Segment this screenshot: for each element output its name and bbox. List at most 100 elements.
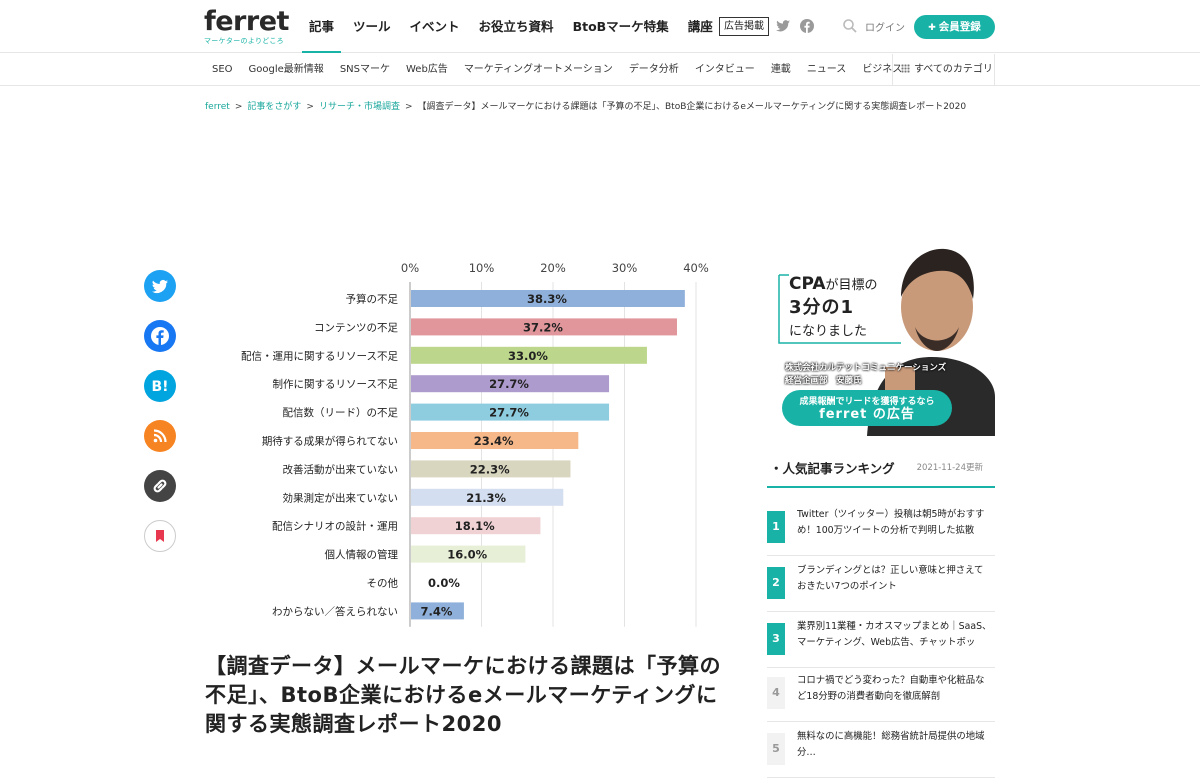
signup-button[interactable]: ✚ 会員登録 <box>914 15 995 39</box>
data-label: 38.3% <box>527 292 567 306</box>
twitter-icon <box>152 279 168 294</box>
svg-text:B!: B! <box>151 379 168 395</box>
rank-number: 4 <box>767 677 785 709</box>
ad-placement-link[interactable]: 広告掲載 <box>719 17 769 36</box>
nav-tools[interactable]: ツール <box>344 0 400 53</box>
ad-cta-line2: ferret の広告 <box>819 407 915 422</box>
subnav-item-series[interactable]: 連載 <box>763 54 799 86</box>
category-label: コンテンツの不足 <box>314 322 398 334</box>
data-label: 16.0% <box>447 548 487 562</box>
ranking-item[interactable]: 1 Twitter（ツイッター）投稿は朝5時がおすすめ！100万ツイートの分析で… <box>767 500 995 556</box>
share-rss-button[interactable] <box>144 420 176 452</box>
signup-label: 会員登録 <box>938 21 981 33</box>
nav-btob[interactable]: BtoBマーケ特集 <box>564 0 678 53</box>
hatena-bookmark-icon: B! <box>151 379 168 395</box>
ranking-item[interactable]: 4 コロナ禍でどう変わった？自動車や化粧品など18分野の消費者動向を徹底解剖 <box>767 666 995 722</box>
share-twitter-button[interactable] <box>144 270 176 302</box>
category-label: 配信数（リード）の不足 <box>283 406 399 419</box>
share-facebook-button[interactable] <box>144 320 176 352</box>
subnav-item-ma[interactable]: マーケティングオートメーション <box>456 54 621 86</box>
rank-title: ブランディングとは？正しい意味と押さえておきたい7つのポイント <box>797 565 984 592</box>
subnav-item-sns[interactable]: SNSマーケ <box>332 54 398 86</box>
subnav-item-google[interactable]: Google最新情報 <box>241 54 332 86</box>
twitter-icon[interactable] <box>775 18 791 34</box>
rank-number: 5 <box>767 733 785 765</box>
ranking-updated: 2021-11-24更新 <box>916 463 983 473</box>
ranking-item[interactable]: 2 ブランディングとは？正しい意味と押さえておきたい7つのポイント <box>767 556 995 612</box>
ranking-title: ・人気記事ランキング <box>770 461 895 476</box>
ferret-logo[interactable]: ferret マーケターのよりどころ <box>204 6 289 46</box>
x-tick-label: 10% <box>469 261 495 275</box>
data-label: 0.0% <box>428 576 460 590</box>
nav-articles[interactable]: 記事 <box>300 0 343 53</box>
ad-banner[interactable]: CPAが目標の 3分の1 になりました 株式会社カルテットコミュニケーションズ … <box>767 247 995 436</box>
x-tick-label: 30% <box>612 261 638 275</box>
subnav-item-webad[interactable]: Web広告 <box>398 54 456 86</box>
ad-person: 経営企画部 安藤氏 <box>785 376 862 386</box>
category-label: その他 <box>367 577 399 590</box>
bar-chart: 0% 10% 20% 30% 40% 予算の不足 38.3% コンテンツの不足 37.2% 配信・… <box>241 261 709 627</box>
bookmark-icon <box>156 530 164 542</box>
category-label: わからない／答えられない <box>272 605 398 618</box>
subnav-item-seo[interactable]: SEO <box>204 54 241 86</box>
ad-cta-line1: 成果報酬でリードを獲得するなら <box>799 397 935 407</box>
ranking-item[interactable]: 3 業界別11業種・カオスマップまとめ｜SaaS、マーケティング、Web広告、チ… <box>767 612 995 668</box>
data-label: 23.4% <box>474 434 514 448</box>
ad-headline-third: 3分の1 <box>789 297 855 318</box>
rank-number: 3 <box>767 623 785 655</box>
ad-company: 株式会社カルテットコミュニケーションズ <box>785 363 947 373</box>
category-label: 配信シナリオの設計・運用 <box>272 520 398 533</box>
login-link[interactable]: ログイン <box>865 19 905 34</box>
x-tick-label: 40% <box>683 261 709 275</box>
category-label: 改善活動が出来ていない <box>283 463 399 476</box>
data-label: 22.3% <box>470 462 510 476</box>
main-nav: 記事 ツール イベント お役立ち資料 BtoBマーケ特集 講座 <box>300 0 723 53</box>
data-label: 37.2% <box>523 320 563 334</box>
ranking-item[interactable]: 5 無料なのに高機能！総務省統計局提供の地域分… <box>767 722 995 778</box>
ad-headline: CPAが目標の 3分の1 になりました <box>789 273 878 343</box>
subnav-item-interview[interactable]: インタビュー <box>687 54 763 86</box>
nav-events[interactable]: イベント <box>401 0 469 53</box>
logo-tagline: マーケターのよりどころ <box>204 37 284 45</box>
subnav-item-data[interactable]: データ分析 <box>621 54 687 86</box>
ranking-header: ・人気記事ランキング 2021-11-24更新 <box>767 457 995 488</box>
rank-number: 1 <box>767 511 785 543</box>
share-hatena-button[interactable]: B! <box>144 370 176 402</box>
ad-headline-cpa: CPA <box>789 274 826 294</box>
nav-resources[interactable]: お役立ち資料 <box>470 0 563 53</box>
ad-cta-button[interactable]: 成果報酬でリードを獲得するなら ferret の広告 <box>782 390 952 426</box>
search-icon[interactable] <box>842 18 858 34</box>
add-user-icon: ✚ <box>928 23 936 33</box>
rank-title: 業界別11業種・カオスマップまとめ｜SaaS、マーケティング、Web広告、チャッ… <box>797 621 992 648</box>
all-categories-button[interactable]: すべてのカテゴリ <box>892 54 995 85</box>
rss-icon <box>153 429 167 443</box>
facebook-icon[interactable] <box>799 18 815 34</box>
logo-text: ferret <box>204 6 289 37</box>
category-label: 個人情報の管理 <box>325 548 399 561</box>
nav-courses[interactable]: 講座 <box>679 0 722 53</box>
breadcrumb-search[interactable]: 記事をさがす <box>247 102 301 112</box>
rank-title: 無料なのに高機能！総務省統計局提供の地域分… <box>797 731 985 758</box>
link-icon <box>153 479 167 493</box>
data-label: 33.0% <box>508 349 548 363</box>
ad-headline-became: になりました <box>789 324 868 339</box>
category-label: 配信・運用に関するリソース不足 <box>241 350 398 362</box>
breadcrumb-home[interactable]: ferret <box>205 102 230 112</box>
breadcrumb-separator: > <box>306 102 314 112</box>
x-tick-label: 20% <box>540 261 566 275</box>
breadcrumb-category[interactable]: リサーチ・市場調査 <box>319 102 400 112</box>
breadcrumb-separator: > <box>234 102 243 112</box>
bookmark-button[interactable] <box>144 520 176 552</box>
data-label: 21.3% <box>466 491 506 505</box>
copy-link-button[interactable] <box>144 470 176 502</box>
data-label: 18.1% <box>455 519 495 533</box>
x-tick-label: 0% <box>401 261 419 275</box>
data-label: 27.7% <box>489 406 529 420</box>
category-label: 効果測定が出来ていない <box>283 491 399 504</box>
category-nav: SEO Google最新情報 SNSマーケ Web広告 マーケティングオートメー… <box>0 54 1200 86</box>
subnav-item-news[interactable]: ニュース <box>799 54 855 86</box>
grid-icon <box>901 64 910 73</box>
data-label: 7.4% <box>421 604 453 618</box>
ad-headline-goal: が目標の <box>825 278 878 293</box>
breadcrumb-separator: > <box>404 102 413 112</box>
